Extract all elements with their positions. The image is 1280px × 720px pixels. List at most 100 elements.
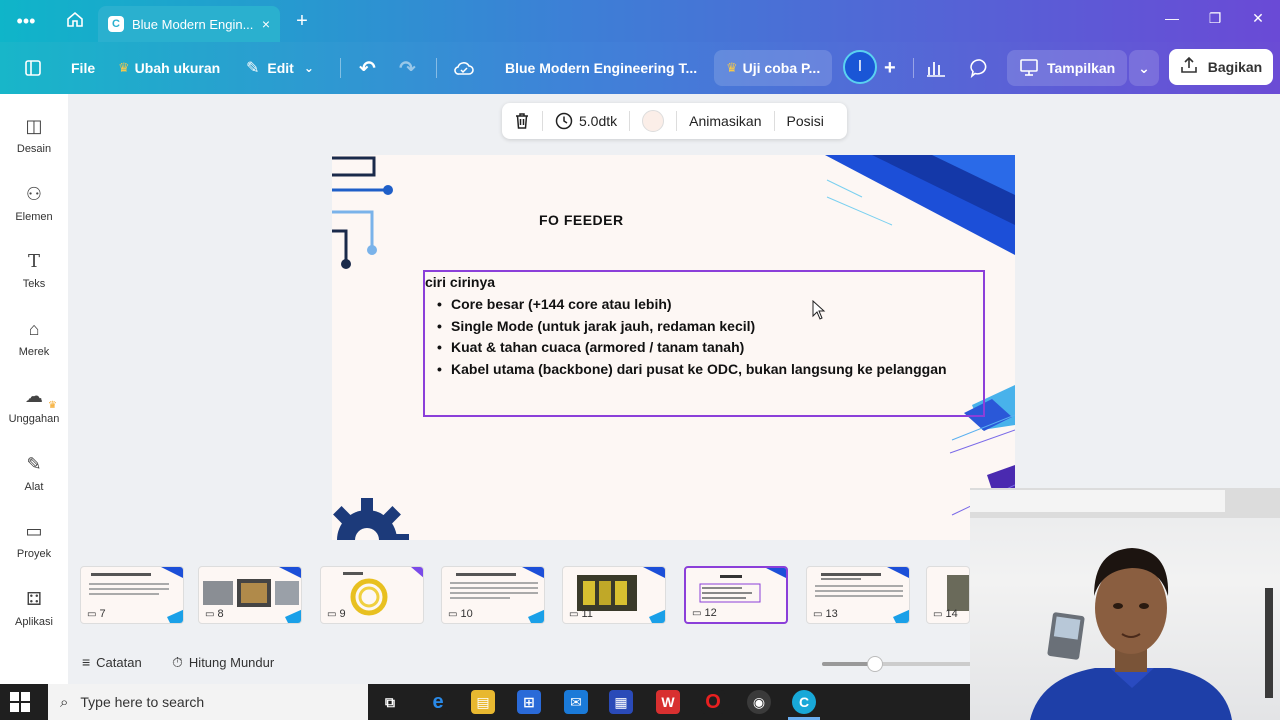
pencil-icon: ✎: [246, 60, 260, 77]
wps-office-icon[interactable]: W: [656, 690, 680, 714]
bullet-item: Single Mode (untuk jarak jauh, redaman k…: [437, 316, 985, 338]
notes-button[interactable]: ≡ Catatan: [82, 654, 142, 670]
page-thumbnail[interactable]: ▭ 13: [806, 566, 910, 624]
crown-icon: ♛: [726, 60, 738, 75]
page-thumbnail[interactable]: ▭ 14: [926, 566, 970, 624]
file-menu-button[interactable]: File: [71, 42, 95, 94]
restore-icon[interactable]: ❐: [1205, 10, 1225, 27]
sidebar-item-brand[interactable]: ⌂ Merek: [0, 319, 68, 358]
apps-icon: ⚃: [26, 589, 42, 609]
sidebar-item-design[interactable]: ◫ Desain: [0, 116, 68, 155]
notes-label: Catatan: [96, 654, 142, 670]
left-sidebar: ◫ Desain ⚇ Elemen T Teks ⌂ Merek ♛ ☁ Ung…: [0, 94, 68, 684]
microsoft-store-icon[interactable]: ⊞: [517, 690, 541, 714]
mouse-cursor-icon: [812, 299, 826, 325]
tab-close-icon[interactable]: ×: [262, 16, 270, 32]
timer-label: Hitung Mundur: [188, 655, 275, 670]
toolbar-divider: [436, 58, 437, 78]
slide-canvas[interactable]: FO FEEDER ciri cirinya Core besar (+144 …: [332, 155, 1015, 540]
duration-button[interactable]: 5.0dtk: [543, 103, 629, 139]
home-icon[interactable]: [64, 10, 86, 32]
sidebar-item-label: Teks: [22, 278, 46, 290]
comment-icon: ▭: [933, 609, 943, 620]
new-tab-icon[interactable]: +: [291, 10, 313, 32]
add-collaborator-icon[interactable]: +: [884, 42, 896, 94]
sidebar-item-text[interactable]: T Teks: [0, 251, 68, 290]
redo-icon[interactable]: ↷: [399, 42, 416, 94]
tab-current-design[interactable]: C Blue Modern Engin... ×: [98, 6, 280, 42]
comment-icon[interactable]: [970, 42, 990, 94]
sidebar-item-apps[interactable]: ⚃ Aplikasi: [0, 589, 68, 628]
page-thumbnail[interactable]: ▭ 7: [80, 566, 184, 624]
page-thumbnail[interactable]: ▭ 8: [198, 566, 302, 624]
task-view-icon[interactable]: ⧉: [378, 690, 402, 714]
main-toolbar: File ♛ Ubah ukuran ✎ Edit ⌄ ↶ ↷ Blue Mod…: [0, 42, 1280, 94]
page-number: ▭ 7: [87, 608, 106, 620]
timer-icon: ⏱: [172, 654, 183, 670]
sidebar-item-tools[interactable]: ✎ Alat: [0, 454, 68, 493]
page-thumbnail[interactable]: ▭ 10: [441, 566, 545, 624]
undo-icon[interactable]: ↶: [359, 42, 376, 94]
obs-studio-icon[interactable]: ◉: [747, 690, 771, 714]
color-swatch: [642, 110, 665, 132]
elements-icon: ⚇: [25, 184, 43, 204]
comment-icon: ▭: [205, 609, 215, 620]
timer-button[interactable]: ⏱ Hitung Mundur: [172, 654, 274, 671]
page-number: ▭ 11: [569, 608, 593, 620]
animate-label: Animasikan: [689, 113, 762, 129]
sidebar-toggle-icon[interactable]: [24, 42, 42, 94]
present-icon: [1019, 58, 1039, 79]
share-label: Bagikan: [1207, 59, 1263, 75]
window-close-icon[interactable]: ✕: [1248, 10, 1268, 27]
taskbar-search-box[interactable]: ⌕ Type here to search: [48, 684, 368, 720]
file-explorer-icon[interactable]: ▤: [471, 690, 495, 714]
minimize-icon[interactable]: —: [1162, 10, 1182, 26]
selected-text-box[interactable]: ciri cirinya Core besar (+144 core atau …: [423, 270, 985, 417]
comment-icon: ▭: [813, 609, 823, 620]
present-options-chevron-icon[interactable]: ⌄: [1129, 50, 1159, 86]
zoom-slider-handle[interactable]: [866, 656, 883, 672]
animate-button[interactable]: Animasikan: [677, 103, 773, 139]
windows-start-icon[interactable]: [10, 692, 30, 712]
webcam-overlay: [970, 488, 1280, 720]
slide-title[interactable]: FO FEEDER: [539, 212, 624, 228]
projects-icon: ▭: [25, 521, 43, 541]
document-title[interactable]: Blue Modern Engineering T...: [505, 42, 697, 94]
sidebar-item-elements[interactable]: ⚇ Elemen: [0, 184, 68, 223]
document-title-text: Blue Modern Engineering T...: [505, 60, 698, 76]
tools-icon: ✎: [26, 454, 42, 474]
bullet-item: Kuat & tahan cuaca (armored / tanam tana…: [437, 337, 985, 359]
background-color-button[interactable]: [630, 103, 676, 139]
delete-button[interactable]: [502, 103, 542, 139]
zoom-slider[interactable]: [822, 656, 972, 672]
bullet-list: Core besar (+144 core atau lebih) Single…: [437, 294, 985, 380]
canva-app-icon[interactable]: C: [792, 690, 816, 714]
sidebar-item-label: Desain: [16, 143, 52, 155]
page-number: ▭ 12: [692, 607, 717, 619]
bullet-item: Kabel utama (backbone) dari pusat ke ODC…: [437, 359, 985, 381]
edit-menu-button[interactable]: ✎ Edit ⌄: [246, 42, 314, 94]
page-number: ▭ 13: [813, 608, 838, 620]
page-thumbnail[interactable]: ▭ 9: [320, 566, 424, 624]
page-number: ▭ 10: [448, 608, 473, 620]
user-avatar[interactable]: I: [843, 50, 877, 84]
cloud-saved-icon[interactable]: [453, 42, 475, 94]
text-icon: T: [27, 251, 40, 272]
mail-icon[interactable]: ✉: [564, 690, 588, 714]
try-pro-button[interactable]: ♛ Uji coba P...: [714, 50, 833, 86]
present-button[interactable]: Tampilkan: [1007, 50, 1127, 86]
page-thumbnail[interactable]: ▭ 11: [562, 566, 666, 624]
share-button[interactable]: Bagikan: [1169, 49, 1273, 85]
page-thumbnail-active[interactable]: ▭ 12: [684, 566, 788, 624]
edge-browser-icon[interactable]: e: [426, 690, 450, 714]
opera-browser-icon[interactable]: O: [701, 690, 725, 714]
page-filmstrip: ▭ 7 ▭ 8 ▭ 9 ▭ 10 ▭ 11 ▭ 12 ▭ 13 ▭ 14: [68, 564, 970, 634]
sidebar-item-projects[interactable]: ▭ Proyek: [0, 521, 68, 560]
scanner-app-icon[interactable]: ▦: [609, 690, 633, 714]
resize-button[interactable]: ♛ Ubah ukuran: [118, 42, 220, 94]
analytics-icon[interactable]: [926, 42, 946, 94]
toolbar-divider: [913, 58, 914, 78]
sidebar-item-uploads[interactable]: ☁ Unggahan: [0, 386, 68, 425]
position-button[interactable]: Posisi: [775, 103, 836, 139]
menu-dots-icon[interactable]: •••: [15, 10, 37, 32]
